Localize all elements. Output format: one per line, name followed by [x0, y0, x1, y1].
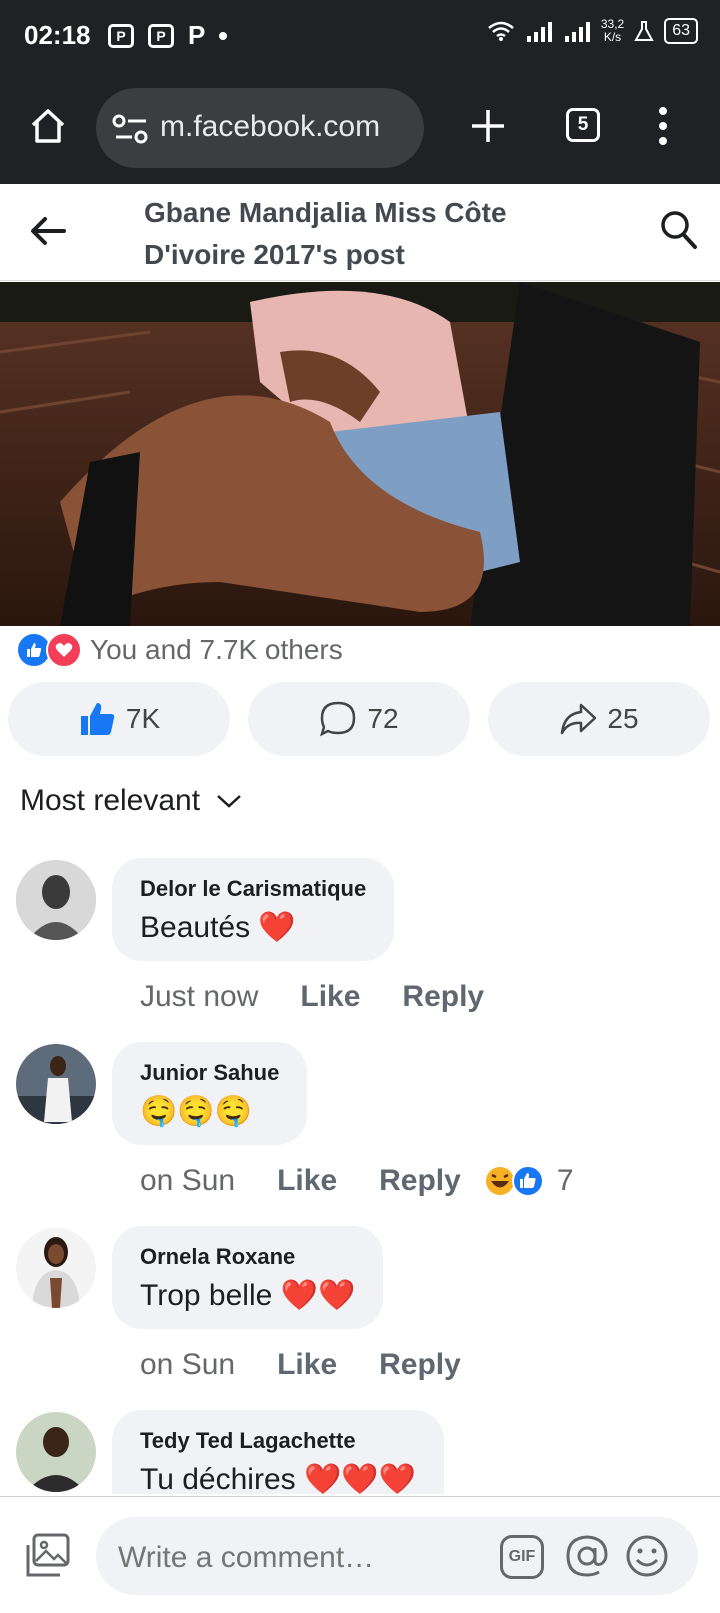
comment-item: Tedy Ted Lagachette Tu déchires ❤️❤️❤️ [0, 1410, 720, 1494]
status-right: 33,2 K/s 63 [487, 18, 698, 44]
commenter-name[interactable]: Tedy Ted Lagachette [140, 1428, 416, 1454]
status-time: 02:18 [24, 20, 91, 50]
thumbs-up-icon [80, 703, 115, 735]
battery-indicator: 63 [664, 18, 698, 44]
share-icon [561, 703, 597, 735]
like-button[interactable]: 7K [8, 682, 230, 756]
comment-time: on Sun [140, 1164, 236, 1197]
comment-like-button[interactable]: Like [300, 980, 360, 1014]
comment-icon [320, 701, 356, 737]
wifi-icon [488, 21, 514, 41]
tab-switcher-button[interactable]: 5 [566, 108, 600, 142]
back-arrow-icon[interactable] [30, 216, 66, 246]
comment-text: Tu déchires ❤️❤️❤️ [140, 1463, 417, 1494]
photo-image [0, 282, 720, 626]
url-text: m.facebook.com [160, 110, 381, 143]
notification-app-icon: P [148, 23, 174, 48]
comment-count: 72 [367, 703, 399, 734]
notification-icons: P P P [108, 20, 228, 51]
page-title: Gbane Mandjalia Miss Côte D'ivoire 2017'… [144, 197, 507, 270]
photo-gallery-icon[interactable] [24, 1533, 72, 1579]
sort-label: Most relevant [20, 784, 201, 817]
comment-sort-dropdown[interactable]: Most relevant [20, 784, 242, 818]
chevron-down-icon [217, 795, 241, 808]
status-bar: 02:18 P P P 33,2 K/s 63 [0, 0, 720, 72]
address-bar[interactable]: m.facebook.com [96, 88, 424, 168]
comment-text: Trop belle ❤️❤️ [140, 1279, 356, 1312]
commenter-name[interactable]: Ornela Roxane [140, 1244, 355, 1270]
post-header: Gbane Mandjalia Miss Côte D'ivoire 2017'… [0, 184, 720, 281]
reaction-summary[interactable]: You and 7.7K others [16, 632, 343, 668]
like-reaction-icon [511, 1165, 544, 1197]
comment-like-button[interactable]: Like [277, 1348, 337, 1382]
comment-text: Beautés ❤️ [140, 911, 296, 944]
avatar[interactable] [16, 1044, 96, 1124]
notification-dot-icon [219, 31, 228, 40]
mention-icon[interactable] [564, 1533, 610, 1579]
comment-composer: GIF [0, 1496, 720, 1613]
love-reaction-icon [46, 632, 82, 668]
signal-icon [526, 22, 552, 42]
like-count: 7K [125, 703, 161, 734]
new-tab-icon[interactable] [470, 108, 506, 144]
flask-icon [634, 21, 654, 41]
comment-reply-button[interactable]: Reply [379, 1164, 461, 1198]
share-count: 25 [607, 703, 639, 734]
more-options-icon[interactable] [656, 106, 670, 146]
comment-input-wrapper: GIF [96, 1517, 698, 1595]
comment-bubble: Junior Sahue 🤤🤤🤤 [112, 1042, 308, 1145]
reaction-count: 7 [556, 1164, 574, 1197]
comment-reply-button[interactable]: Reply [402, 980, 484, 1014]
commenter-name[interactable]: Junior Sahue [140, 1060, 279, 1086]
comment-like-button[interactable]: Like [277, 1164, 337, 1198]
comment-time: Just now [140, 980, 259, 1013]
comment-bubble: Delor le Carismatique Beautés ❤️ [112, 858, 395, 961]
browser-toolbar: m.facebook.com 5 [0, 72, 720, 184]
comment-bubble: Tedy Ted Lagachette Tu déchires ❤️❤️❤️ [112, 1410, 445, 1494]
avatar[interactable] [16, 1228, 96, 1308]
commenter-name[interactable]: Delor le Carismatique [140, 876, 366, 902]
comment-time: on Sun [140, 1348, 236, 1381]
network-speed: 33,2 K/s [601, 18, 624, 44]
post-photo[interactable] [0, 282, 720, 626]
comment-meta: Just now Like Reply [140, 980, 484, 1014]
speed-unit: K/s [603, 30, 622, 44]
comment-reactions[interactable]: 7 [483, 1164, 574, 1198]
comment-meta: on Sun Like Reply 7 [140, 1164, 574, 1198]
comment-bubble: Ornela Roxane Trop belle ❤️❤️ [112, 1226, 384, 1329]
avatar[interactable] [16, 860, 96, 940]
reaction-summary-text: You and 7.7K others [90, 634, 343, 665]
emoji-icon[interactable] [624, 1533, 670, 1579]
notification-app-icon: P [108, 23, 134, 48]
comment-button[interactable]: 72 [248, 682, 470, 756]
comment-reply-button[interactable]: Reply [379, 1348, 461, 1382]
share-button[interactable]: 25 [488, 682, 710, 756]
site-settings-icon[interactable] [112, 114, 150, 144]
comment-meta: on Sun Like Reply [140, 1348, 461, 1382]
home-icon[interactable] [28, 106, 68, 146]
notification-p-icon: P [188, 20, 206, 50]
avatar[interactable] [16, 1412, 96, 1492]
comment-input[interactable] [116, 1537, 470, 1579]
comment-text: 🤤🤤🤤 [140, 1095, 253, 1128]
signal-icon [564, 22, 590, 42]
gif-button[interactable]: GIF [500, 1535, 544, 1579]
search-icon[interactable] [660, 210, 698, 250]
